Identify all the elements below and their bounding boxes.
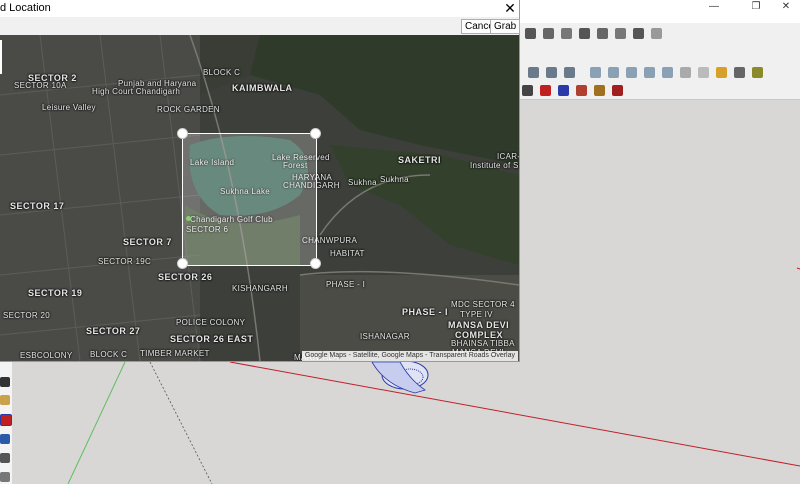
- components-icon[interactable]: [522, 84, 533, 96]
- map-label: SECTOR 19C: [98, 257, 152, 266]
- map-label: SECTOR 27: [86, 326, 141, 336]
- camera-icon[interactable]: [525, 27, 536, 39]
- section-fill-icon[interactable]: [564, 66, 575, 78]
- map-label: ICAR-I: [497, 152, 519, 161]
- dialog-toolbar: Cancel Grab: [0, 17, 521, 35]
- map-label: SECTOR 20: [3, 311, 51, 320]
- dialog-close-button[interactable]: ✕: [503, 1, 517, 15]
- map-label: SECTOR 7: [123, 237, 172, 247]
- toolbar-row-3: [522, 82, 630, 98]
- shadows-icon[interactable]: [698, 66, 709, 78]
- map-label: POLICE COLONY: [176, 318, 246, 327]
- map-label: SECTOR 10A: [14, 81, 67, 90]
- left-view-icon[interactable]: [633, 27, 644, 39]
- front-view-icon[interactable]: [579, 27, 590, 39]
- map-label: SECTOR 26: [158, 272, 213, 282]
- pan-icon[interactable]: [0, 395, 10, 405]
- map-label: BHAINSA TIBBA: [451, 339, 515, 348]
- section-cut-icon[interactable]: [546, 66, 557, 78]
- geo-location-icon[interactable]: [716, 66, 727, 78]
- toolbar-row-2: [528, 64, 770, 80]
- shaded-icon[interactable]: [644, 66, 655, 78]
- extension-manager-icon[interactable]: [612, 84, 623, 96]
- left-tool-palette: [0, 362, 12, 484]
- terrain-icon[interactable]: [752, 66, 763, 78]
- zoom-icon[interactable]: [0, 414, 12, 426]
- map-label: BLOCK C: [90, 350, 128, 359]
- section-plane-icon[interactable]: [528, 66, 539, 78]
- back-view-icon[interactable]: [615, 27, 626, 39]
- dialog-titlebar: d Location ✕: [0, 0, 519, 17]
- selection-handle-top-right[interactable]: [310, 128, 321, 139]
- map-label: Leisure Valley: [42, 103, 96, 112]
- app-close-button[interactable]: ✕: [772, 0, 800, 14]
- selection-handle-bottom-right[interactable]: [310, 258, 321, 269]
- map-label: Sukhna: [348, 178, 377, 187]
- grab-button[interactable]: Grab: [490, 19, 521, 34]
- app-toolbars: [520, 23, 800, 100]
- green-axis: [67, 361, 126, 484]
- map-label: MDC SECTOR 4: [451, 300, 515, 309]
- dashed-axis: [149, 361, 213, 484]
- top-view-icon[interactable]: [561, 27, 572, 39]
- dialog-title: d Location: [0, 2, 51, 14]
- map-label: High Court Chandigarh: [92, 87, 181, 96]
- model-shape: [371, 360, 429, 394]
- map-label: KISHANGARH: [232, 284, 288, 293]
- ruby-icon[interactable]: [540, 84, 551, 96]
- app-titlebar: — ❐ ✕: [520, 0, 800, 14]
- globe-icon[interactable]: [734, 66, 745, 78]
- right-view-icon[interactable]: [597, 27, 608, 39]
- map-attribution: Google Maps - Satellite, Google Maps - T…: [301, 351, 518, 361]
- map-label: KAIMBWALA: [232, 83, 293, 93]
- map-label: BLOCK C: [203, 68, 241, 77]
- wireframe-icon[interactable]: [608, 66, 619, 78]
- map-label: TIMBER MARKET: [140, 349, 210, 358]
- map-label: PHASE - I: [326, 280, 366, 289]
- selection-handle-bottom-left[interactable]: [177, 258, 188, 269]
- selection-region[interactable]: [182, 133, 317, 266]
- selection-handle-top-left[interactable]: [177, 128, 188, 139]
- minimize-button[interactable]: —: [700, 0, 728, 14]
- app-menubar: [520, 14, 800, 23]
- map-label: SECTOR 26 EAST: [170, 334, 254, 344]
- look-around-icon[interactable]: [0, 453, 10, 463]
- send-to-layout-icon[interactable]: [594, 84, 605, 96]
- map-label: HABITAT: [330, 249, 365, 258]
- walk-icon[interactable]: [0, 472, 10, 482]
- map-label: ESBCOLONY: [20, 351, 73, 360]
- orbit-icon[interactable]: [0, 377, 10, 387]
- monochrome-icon[interactable]: [680, 66, 691, 78]
- rotate-icon[interactable]: [651, 27, 662, 39]
- hidden-line-icon[interactable]: [626, 66, 637, 78]
- xray-icon[interactable]: [590, 66, 601, 78]
- toolbar-row-1: [525, 25, 669, 41]
- satellite-map[interactable]: Punjab and Haryana High Court Chandigarh…: [0, 35, 519, 361]
- extension-icon[interactable]: [576, 84, 587, 96]
- map-label: Sukhna: [380, 175, 409, 184]
- model-viewport[interactable]: [520, 100, 800, 484]
- add-location-dialog: d Location ✕ Cancel Grab Punjab and Hary…: [0, 0, 521, 362]
- map-label: ISHANAGAR: [360, 332, 410, 341]
- map-label: PHASE - I: [402, 307, 449, 317]
- map-label: TYPE IV: [460, 310, 493, 319]
- textured-icon[interactable]: [662, 66, 673, 78]
- iso-view-icon[interactable]: [543, 27, 554, 39]
- map-label: Institute of Soil: [470, 161, 519, 170]
- map-label: ROCK GARDEN: [157, 105, 220, 114]
- map-label: SECTOR 19: [28, 288, 83, 298]
- zoom-window-icon[interactable]: [0, 434, 10, 444]
- map-label: SAKETRI: [398, 155, 442, 165]
- warehouse-icon[interactable]: [558, 84, 569, 96]
- map-label: MANSA DEVI: [448, 320, 510, 330]
- map-label: SECTOR 17: [10, 201, 65, 211]
- map-edge-marker: [0, 40, 2, 74]
- restore-button[interactable]: ❐: [742, 0, 770, 14]
